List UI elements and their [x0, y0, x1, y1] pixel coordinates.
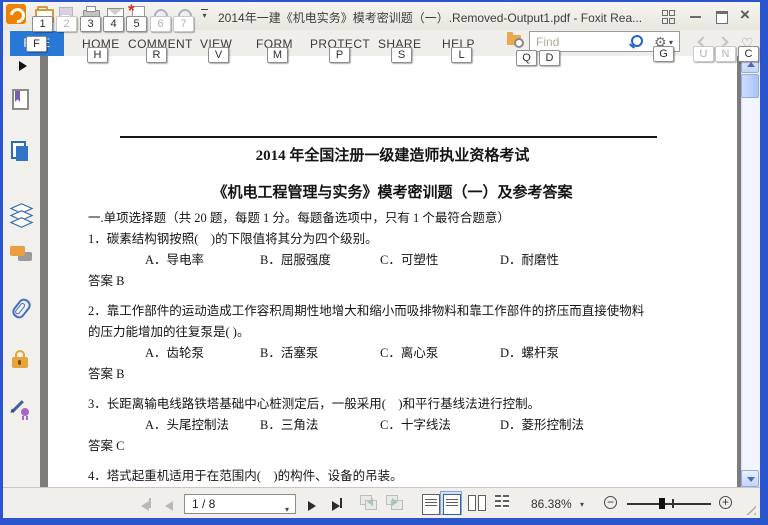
- signature-panel-icon[interactable]: [10, 398, 32, 420]
- page-field-caret-icon[interactable]: ▾: [285, 501, 289, 519]
- question-3: 3．长距离输电线路铁塔基础中心桩测定后，一般采用( )和平行基线法进行控制。: [88, 397, 541, 411]
- foxit-reader-window: ▾ 2014年一建《机电实务》模考密训题（一）.Removed-Output1.…: [0, 0, 768, 525]
- hint-share: S: [391, 47, 412, 63]
- hint-scan: 5: [126, 16, 147, 32]
- comments-panel-icon[interactable]: [10, 246, 32, 268]
- question-1-options: A．导电率 B．屈服强度 C．可塑性 D．耐磨性: [145, 253, 560, 267]
- hint-file: F: [26, 36, 47, 52]
- foxit-logo-icon[interactable]: [6, 4, 26, 24]
- question-2-options: A．齿轮泵 B．活塞泵 C．离心泵 D．螺杆泵: [145, 346, 560, 360]
- question-1: 1．碳素结构钢按照( )的下限值将其分为四个级别。: [88, 232, 378, 246]
- hint-home: H: [87, 47, 108, 63]
- pdf-page[interactable]: 2014 年全国注册一级建造师执业资格考试 《机电工程管理与实务》模考密训题（一…: [48, 56, 737, 487]
- facing-view-icon[interactable]: [468, 495, 486, 511]
- zoom-slider-tick: [672, 499, 674, 508]
- hint-help: L: [451, 47, 472, 63]
- hint-search-folder: Q: [516, 50, 537, 66]
- question-1-answer: 答案 B: [88, 274, 125, 288]
- question-4: 4．塔式起重机适用于在范围内( )的构件、设备的吊装。: [88, 469, 403, 483]
- hint-find-input: D: [539, 50, 560, 66]
- hint-save: 2: [56, 16, 77, 32]
- sidebar-expand-icon[interactable]: [19, 61, 27, 71]
- hint-favorite: C: [738, 46, 759, 62]
- hint-email: 4: [103, 16, 124, 32]
- document-body: 一.单项选择题（共 20 题，每题 1 分。每题备选项中，只有 1 个最符合题意…: [48, 208, 737, 487]
- pages-panel-icon[interactable]: [10, 140, 32, 162]
- restore-button[interactable]: [716, 11, 728, 24]
- minimize-button[interactable]: [690, 16, 701, 18]
- security-panel-icon[interactable]: [10, 349, 32, 371]
- section-intro: 一.单项选择题（共 20 题，每题 1 分。每题备选项中，只有 1 个最符合题意…: [88, 211, 510, 225]
- window-border-right: [760, 0, 768, 525]
- hint-redo: 7: [173, 16, 194, 32]
- single-page-view-icon[interactable]: [422, 494, 440, 515]
- window-title: 2014年一建《机电实务》模考密训题（一）.Removed-Output1.pd…: [218, 11, 643, 25]
- hint-gear: G: [653, 46, 674, 62]
- close-button[interactable]: ×: [740, 6, 750, 23]
- previous-view-icon: [360, 495, 377, 510]
- document-title: 2014 年全国注册一级建造师执业资格考试: [255, 148, 530, 164]
- hint-forward: N: [715, 46, 736, 62]
- zoom-caret-icon[interactable]: ▾: [580, 500, 584, 509]
- hint-undo: 6: [150, 16, 171, 32]
- bookmarks-panel-icon[interactable]: [10, 88, 32, 110]
- attachments-panel-icon[interactable]: [9, 296, 34, 321]
- previous-page-button: [165, 498, 173, 516]
- zoom-level[interactable]: 86.38%: [531, 497, 572, 511]
- header-rule: [120, 136, 657, 138]
- zoom-in-button[interactable]: +: [719, 496, 732, 509]
- zoom-slider-track[interactable]: [627, 503, 711, 505]
- vertical-scrollbar[interactable]: [741, 56, 760, 487]
- continuous-view-icon[interactable]: [443, 494, 461, 515]
- zoom-slider-thumb[interactable]: [659, 498, 665, 509]
- continuous-facing-view-icon[interactable]: [495, 495, 509, 509]
- next-page-button[interactable]: [308, 498, 316, 516]
- hint-view: V: [208, 47, 229, 63]
- next-view-icon: [386, 495, 403, 510]
- question-2-answer: 答案 B: [88, 367, 125, 381]
- navigation-sidebar: [3, 56, 41, 487]
- question-2-line2: 的压力能增加的往复泵是( )。: [88, 325, 250, 339]
- scrollbar-thumb[interactable]: [741, 74, 759, 98]
- search-folder-icon[interactable]: [507, 32, 524, 48]
- page-number-field[interactable]: 1 / 8 ▾: [184, 494, 296, 514]
- zoom-out-button[interactable]: −: [604, 496, 617, 509]
- question-3-options: A．头尾控制法 B．三角法 C．十字线法 D．菱形控制法: [145, 418, 585, 432]
- hint-protect: P: [329, 47, 350, 63]
- window-border-bottom: [0, 518, 768, 525]
- hint-form: M: [267, 47, 288, 63]
- fullscreen-button[interactable]: [662, 10, 675, 24]
- question-3-answer: 答案 C: [88, 439, 125, 453]
- hint-comment: R: [146, 47, 167, 63]
- qat-customize-caret-icon[interactable]: ▾: [201, 9, 208, 20]
- first-page-button: [141, 498, 151, 516]
- hint-back: U: [693, 46, 714, 62]
- search-icon[interactable]: [631, 35, 643, 47]
- scroll-down-button[interactable]: [741, 470, 759, 487]
- layers-panel-icon[interactable]: [8, 200, 34, 228]
- document-subtitle: 《机电工程管理与实务》模考密训题（一）及参考答案: [212, 185, 573, 201]
- question-2: 2．靠工作部件的运动造成工作容积周期性地增大和缩小而吸排物料和靠工作部件的挤压而…: [88, 304, 645, 318]
- hint-print: 3: [80, 16, 101, 32]
- hint-open: 1: [32, 16, 53, 32]
- last-page-button[interactable]: [332, 498, 342, 516]
